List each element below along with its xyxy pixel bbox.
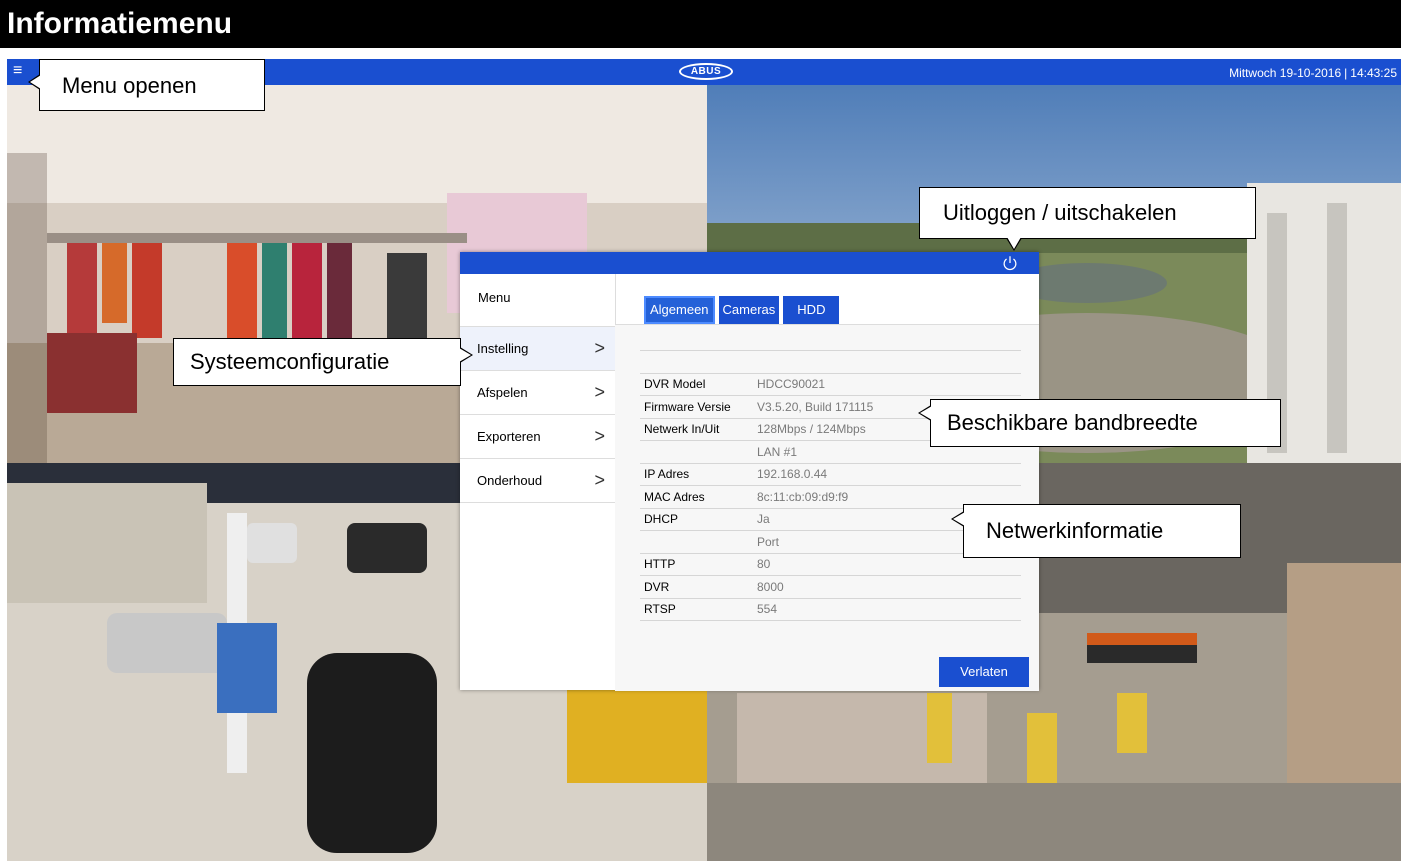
callout-bandwidth: Beschikbare bandbreedte — [918, 399, 1281, 447]
row-value: 192.168.0.44 — [753, 462, 1021, 486]
info-table: DVR Model HDCC90021 Firmware Versie V3.5.2… — [640, 350, 1021, 621]
callout-text: Netwerkinformatie — [986, 518, 1164, 543]
sidebar-item-afspelen[interactable]: Afspelen > — [460, 370, 615, 414]
dialog-header — [460, 252, 1039, 274]
brand-logo: ABUS — [679, 63, 733, 80]
table-row: DVR Model HDCC90021 — [640, 372, 1021, 396]
row-value: 8000 — [753, 575, 1021, 598]
tab-algemeen[interactable]: Algemeen — [644, 296, 715, 324]
row-key: DVR — [640, 575, 753, 598]
chevron-right-icon: > — [594, 426, 605, 446]
sidebar-item-label: Instelling — [477, 341, 529, 356]
row-key — [640, 530, 753, 553]
row-key — [640, 440, 753, 463]
date-time-separator: | — [1344, 66, 1348, 80]
table-row: DVR 8000 — [640, 575, 1021, 598]
row-value: 554 — [753, 597, 1021, 621]
table-row: RTSP 554 — [640, 597, 1021, 621]
callout-text: Menu openen — [62, 73, 197, 98]
power-icon[interactable] — [1001, 254, 1019, 272]
sidebar-item-label: Afspelen — [477, 385, 528, 400]
callout-text: Uitloggen / uitschakelen — [943, 200, 1177, 225]
callout-system-config: Systeemconfiguratie — [173, 338, 473, 386]
row-key: DVR Model — [640, 372, 753, 396]
page-title: Informatiemenu — [0, 0, 1401, 48]
row-key: MAC Adres — [640, 485, 753, 508]
callout-network-info: Netwerkinformatie — [951, 504, 1241, 558]
callout-logout: Uitloggen / uitschakelen — [919, 187, 1256, 251]
row-key: IP Adres — [640, 462, 753, 486]
row-key: RTSP — [640, 597, 753, 621]
sidebar-item-instelling[interactable]: Instelling > — [460, 326, 615, 370]
tab-hdd[interactable]: HDD — [783, 296, 840, 324]
sidebar-item-label: Onderhoud — [477, 473, 543, 488]
row-key: Firmware Versie — [640, 395, 753, 418]
row-value — [753, 350, 1021, 373]
row-key — [640, 350, 753, 373]
info-dialog: Menu Instelling > Afspelen > Exporteren … — [460, 252, 1039, 691]
sidebar-title: Menu — [478, 290, 511, 305]
chevron-right-icon: > — [594, 470, 605, 490]
chevron-right-icon: > — [594, 382, 605, 402]
table-row: IP Adres 192.168.0.44 — [640, 462, 1021, 486]
table-row — [640, 350, 1021, 373]
row-value: HDCC90021 — [753, 372, 1021, 396]
callout-menu-open: Menu openen — [28, 59, 265, 111]
row-key: DHCP — [640, 507, 753, 531]
time-text: 14:43:25 — [1350, 66, 1397, 80]
chevron-right-icon: > — [594, 338, 605, 358]
sidebar-item-label: Exporteren — [477, 429, 541, 444]
tab-bar: Algemeen Cameras HDD — [644, 296, 843, 324]
dialog-sidebar: Menu Instelling > Afspelen > Exporteren … — [460, 274, 616, 690]
callout-text: Systeemconfiguratie — [190, 349, 390, 374]
row-key: HTTP — [640, 552, 753, 576]
date-time: Mittwoch 19-10-2016 | 14:43:25 — [1229, 66, 1397, 80]
exit-button[interactable]: Verlaten — [939, 657, 1029, 687]
sidebar-item-onderhoud[interactable]: Onderhoud > — [460, 458, 615, 503]
callout-text: Beschikbare bandbreedte — [947, 410, 1198, 435]
sidebar-item-exporteren[interactable]: Exporteren > — [460, 414, 615, 458]
date-text: Mittwoch 19-10-2016 — [1229, 66, 1342, 80]
row-key: Netwerk In/Uit — [640, 417, 753, 441]
tab-cameras[interactable]: Cameras — [718, 296, 780, 324]
